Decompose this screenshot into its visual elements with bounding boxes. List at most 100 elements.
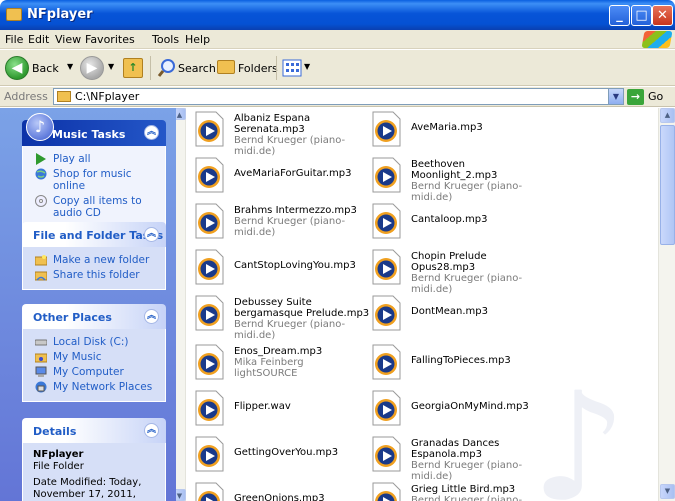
file-item[interactable]: Albaniz Espana Serenata.mp3 Bernd Krueger… — [194, 110, 364, 157]
close-button[interactable]: ✕ — [652, 5, 673, 26]
place-local-disk[interactable]: Local Disk (C:) — [35, 336, 159, 348]
details-header[interactable]: Details ︽ — [22, 418, 166, 443]
back-button[interactable]: Back — [32, 62, 59, 75]
file-item[interactable]: CantStopLovingYou.mp3 — [194, 248, 364, 288]
media-file-icon — [195, 295, 224, 331]
file-item[interactable]: Cantaloop.mp3 — [371, 202, 541, 242]
file-item[interactable]: Grieg Little Bird.mp3 Bernd Krueger (pian… — [371, 481, 541, 501]
file-item[interactable]: Chopin Prelude Opus28.mp3 Bernd Krueger (… — [371, 248, 541, 295]
up-folder-icon[interactable]: ↑ — [123, 58, 143, 78]
menu-view[interactable]: View — [55, 33, 81, 46]
vertical-scrollbar[interactable]: ▲ ▼ — [658, 108, 675, 501]
music-tasks-header[interactable]: ♪ Music Tasks ︽ — [22, 113, 166, 146]
pane-scrollbar[interactable]: ▲ ▼ — [176, 108, 186, 501]
file-name: Albaniz Espana Serenata.mp3 — [234, 113, 311, 135]
place-my-network[interactable]: My Network Places — [35, 381, 159, 393]
task-share-folder[interactable]: Share this folder — [35, 269, 159, 281]
go-arrow-icon[interactable]: → — [627, 89, 644, 105]
panel-title: Music Tasks — [52, 128, 126, 141]
file-item[interactable]: Brahms Intermezzo.mp3 Bernd Krueger (pian… — [194, 202, 364, 242]
file-item[interactable]: GettingOverYou.mp3 — [194, 435, 364, 475]
search-button[interactable]: Search — [178, 62, 216, 75]
task-new-folder[interactable]: Make a new folder — [35, 254, 159, 266]
collapse-icon[interactable]: ︽ — [144, 309, 159, 324]
toolbar-separator — [150, 56, 151, 80]
folders-button[interactable]: Folders — [238, 62, 278, 75]
hard-drive-icon — [35, 339, 47, 346]
computer-icon — [35, 366, 47, 377]
task-shop-music[interactable]: Shop for music online — [35, 168, 159, 192]
panel-body: Local Disk (C:) My Music My Computer My … — [22, 329, 166, 402]
media-file-icon — [372, 157, 401, 193]
menu-edit[interactable]: Edit — [28, 33, 49, 46]
file-item[interactable]: Debussey Suite bergamasque Prelude.mp3 Be… — [194, 294, 369, 341]
panel-body: Play all Shop for music online Copy all … — [22, 146, 166, 228]
go-button[interactable]: Go — [648, 90, 663, 103]
file-artist: Bernd Krueger (piano-midi.de) — [411, 181, 523, 203]
forward-button[interactable]: ▶ — [80, 56, 104, 80]
place-my-computer[interactable]: My Computer — [35, 366, 159, 378]
file-label: AveMariaForGuitar.mp3 — [234, 168, 374, 179]
file-name: CantStopLovingYou.mp3 — [234, 260, 356, 271]
task-copy-to-cd[interactable]: Copy all items to audio CD — [35, 195, 159, 219]
menu-favorites[interactable]: Favorites — [85, 33, 135, 46]
menu-help[interactable]: Help — [185, 33, 210, 46]
file-artist: Bernd Krueger (piano-midi.de) — [234, 216, 346, 238]
scroll-up-icon[interactable]: ▲ — [176, 108, 186, 120]
file-name: DontMean.mp3 — [411, 306, 488, 317]
views-dropdown-icon[interactable]: ▼ — [304, 62, 310, 71]
scroll-up-icon[interactable]: ▲ — [660, 108, 675, 123]
file-label: AveMaria.mp3 — [411, 122, 551, 133]
scroll-down-icon[interactable]: ▼ — [176, 489, 186, 501]
panel-title: Details — [33, 425, 77, 438]
views-icon[interactable] — [282, 59, 302, 77]
task-play-all[interactable]: Play all — [35, 153, 159, 165]
file-label: Flipper.wav — [234, 401, 374, 412]
address-input[interactable]: C:\NFplayer ▼ — [53, 88, 624, 105]
file-folder-tasks-header[interactable]: File and Folder Tasks ︽ — [22, 222, 166, 247]
scroll-down-icon[interactable]: ▼ — [660, 484, 675, 499]
cd-icon — [35, 195, 47, 207]
file-item[interactable]: AveMariaForGuitar.mp3 — [194, 156, 364, 196]
file-item[interactable]: Flipper.wav — [194, 389, 364, 429]
file-item[interactable]: Beethoven Moonlight_2.mp3 Bernd Krueger (… — [371, 156, 541, 203]
other-places-header[interactable]: Other Places ︽ — [22, 304, 166, 329]
file-name: FallingToPieces.mp3 — [411, 355, 511, 366]
media-file-icon — [372, 436, 401, 472]
file-artist: Bernd Krueger (piano-midi.de) — [234, 319, 346, 341]
forward-dropdown-icon[interactable]: ▼ — [108, 62, 114, 71]
file-item[interactable]: Enos_Dream.mp3 Mika Feinberg lightSOURCE — [194, 343, 364, 383]
menu-file[interactable]: File — [5, 33, 23, 46]
collapse-icon[interactable]: ︽ — [144, 423, 159, 438]
file-item[interactable]: GeorgiaOnMyMind.mp3 — [371, 389, 541, 429]
back-arrow-icon[interactable]: ◀ — [5, 56, 29, 80]
collapse-icon[interactable]: ︽ — [144, 125, 159, 140]
scroll-thumb[interactable] — [660, 125, 675, 245]
minimize-button[interactable]: _ — [609, 5, 630, 26]
file-item[interactable]: Granadas Dances Espanola.mp3 Bernd Kruege… — [371, 435, 541, 482]
menu-tools[interactable]: Tools — [152, 33, 179, 46]
file-name: Enos_Dream.mp3 — [234, 346, 323, 357]
folders-icon[interactable] — [217, 60, 235, 74]
media-file-icon — [195, 111, 224, 147]
file-item[interactable]: AveMaria.mp3 — [371, 110, 541, 150]
media-file-icon — [372, 295, 401, 331]
back-dropdown-icon[interactable]: ▼ — [67, 62, 73, 71]
search-icon[interactable] — [157, 58, 177, 78]
place-my-music[interactable]: My Music — [35, 351, 159, 363]
maximize-button[interactable]: □ — [631, 5, 652, 26]
details-name: NFplayer — [33, 449, 84, 460]
file-artist: Bernd Krueger (piano-midi.de) — [411, 460, 523, 482]
media-file-icon — [372, 249, 401, 285]
file-label: Brahms Intermezzo.mp3 Bernd Krueger (pian… — [234, 205, 374, 238]
file-name: GettingOverYou.mp3 — [234, 447, 339, 458]
network-icon — [35, 381, 47, 393]
file-item[interactable]: DontMean.mp3 — [371, 294, 541, 334]
window-title: NFplayer — [27, 7, 93, 22]
collapse-icon[interactable]: ︽ — [144, 227, 159, 242]
address-path: C:\NFplayer — [75, 90, 140, 103]
file-item[interactable]: FallingToPieces.mp3 — [371, 343, 541, 383]
file-item[interactable]: GreenOnions.mp3 — [194, 481, 364, 501]
chevron-down-icon[interactable]: ▼ — [608, 89, 623, 104]
title-bar[interactable]: NFplayer _ □ ✕ — [0, 0, 675, 30]
